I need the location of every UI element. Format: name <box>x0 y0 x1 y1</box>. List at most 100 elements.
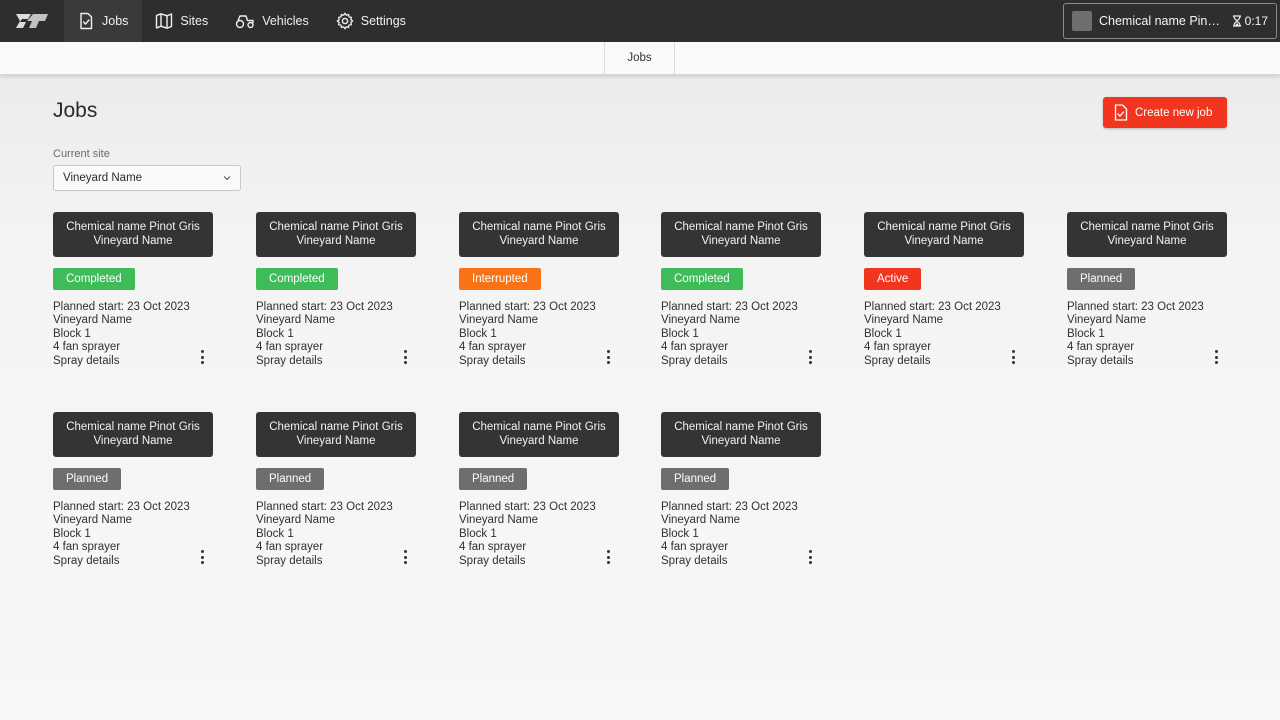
job-block: Block 1 <box>661 527 699 540</box>
job-details: Planned start: 23 Oct 2023 Vineyard Name B… <box>459 301 596 368</box>
job-vehicle: 4 fan sprayer <box>53 341 121 354</box>
job-block: Block 1 <box>459 327 497 340</box>
site-select-value: Vineyard Name <box>63 172 143 184</box>
top-navigation-bar: Jobs Sites Vehicles Settings Chemical na… <box>0 0 1280 42</box>
job-planned-start: Planned start: 23 Oct 2023 <box>661 501 798 513</box>
job-card[interactable]: Chemical name Pinot Gris Vineyard Name Ac… <box>864 212 1034 382</box>
nav-item-vehicles[interactable]: Vehicles <box>222 0 323 42</box>
job-site: Vineyard Name <box>459 314 539 327</box>
job-planned-start: Planned start: 23 Oct 2023 <box>459 501 596 513</box>
job-planned-start: Planned start: 23 Oct 2023 <box>459 301 596 313</box>
job-vehicle: 4 fan sprayer <box>661 341 729 354</box>
job-vehicle: 4 fan sprayer <box>256 341 324 354</box>
job-planned-start: Planned start: 23 Oct 2023 <box>53 301 190 313</box>
more-options-icon[interactable] <box>197 348 207 366</box>
job-vehicle: 4 fan sprayer <box>256 541 324 554</box>
job-spray-details: Spray details <box>661 354 728 367</box>
nav-item-sites[interactable]: Sites <box>142 0 222 42</box>
job-title: Chemical name Pinot Gris Vineyard Name <box>864 212 1024 257</box>
job-card[interactable]: Chemical name Pinot Gris Vineyard Name Pl… <box>256 412 426 582</box>
app-logo[interactable] <box>0 0 64 42</box>
create-button-label: Create new job <box>1135 106 1213 119</box>
job-site: Vineyard Name <box>1067 314 1147 327</box>
status-badge: Planned <box>256 468 325 490</box>
job-planned-start: Planned start: 23 Oct 2023 <box>256 501 393 513</box>
status-badge: Planned <box>53 468 122 490</box>
tab-jobs[interactable]: Jobs <box>604 42 675 74</box>
job-title: Chemical name Pinot Gris Vineyard Name <box>661 212 821 257</box>
job-details: Planned start: 23 Oct 2023 Vineyard Name B… <box>864 301 1001 368</box>
job-spray-details: Spray details <box>53 354 120 367</box>
job-card[interactable]: Chemical name Pinot Gris Vineyard Name Pl… <box>1067 212 1237 382</box>
more-options-icon[interactable] <box>400 548 410 566</box>
status-badge: Completed <box>256 268 338 290</box>
nav-item-jobs[interactable]: Jobs <box>64 0 143 42</box>
job-card[interactable]: Chemical name Pinot Gris Vineyard Name Co… <box>256 212 426 382</box>
job-title: Chemical name Pinot Gris Vineyard Name <box>256 212 416 257</box>
job-details: Planned start: 23 Oct 2023 Vineyard Name B… <box>661 301 798 368</box>
job-card[interactable]: Chemical name Pinot Gris Vineyard Name Co… <box>53 212 223 382</box>
hourglass-icon <box>1232 15 1241 27</box>
job-details: Planned start: 23 Oct 2023 Vineyard Name B… <box>661 501 798 568</box>
job-spray-details: Spray details <box>459 554 526 567</box>
job-planned-start: Planned start: 23 Oct 2023 <box>661 301 798 313</box>
current-site-select[interactable]: Vineyard Name <box>53 165 241 191</box>
job-card[interactable]: Chemical name Pinot Gris Vineyard Name Co… <box>661 212 831 382</box>
status-badge: Planned <box>1067 268 1136 290</box>
job-vehicle: 4 fan sprayer <box>661 541 729 554</box>
job-spray-details: Spray details <box>661 554 728 567</box>
job-details: Planned start: 23 Oct 2023 Vineyard Name B… <box>53 501 190 568</box>
nav-item-label: Settings <box>360 14 406 28</box>
job-block: Block 1 <box>864 327 902 340</box>
job-card[interactable]: Chemical name Pinot Gris Vineyard Name Pl… <box>53 412 223 582</box>
job-spray-details: Spray details <box>1067 354 1134 367</box>
current-site-label: Current site <box>53 148 110 160</box>
job-card[interactable]: Chemical name Pinot Gris Vineyard Name Pl… <box>661 412 831 582</box>
job-block: Block 1 <box>256 327 294 340</box>
job-block: Block 1 <box>53 327 91 340</box>
job-title: Chemical name Pinot Gris Vineyard Name <box>53 412 213 457</box>
job-spray-details: Spray details <box>864 354 931 367</box>
job-title: Chemical name Pinot Gris Vineyard Name <box>459 212 619 257</box>
user-session-box[interactable]: Chemical name Pinot ... 0:17 <box>1063 3 1277 39</box>
more-options-icon[interactable] <box>805 548 815 566</box>
job-title: Chemical name Pinot Gris Vineyard Name <box>459 412 619 457</box>
nav-item-label: Vehicles <box>262 14 309 28</box>
job-vehicle: 4 fan sprayer <box>1067 341 1135 354</box>
more-options-icon[interactable] <box>805 348 815 366</box>
logo-mark-icon <box>16 14 48 28</box>
job-vehicle: 4 fan sprayer <box>459 541 527 554</box>
job-block: Block 1 <box>53 527 91 540</box>
job-site: Vineyard Name <box>864 314 944 327</box>
job-vehicle: 4 fan sprayer <box>459 341 527 354</box>
nav-item-settings[interactable]: Settings <box>323 0 420 42</box>
more-options-icon[interactable] <box>1008 348 1018 366</box>
job-planned-start: Planned start: 23 Oct 2023 <box>53 501 190 513</box>
job-site: Vineyard Name <box>661 514 741 527</box>
job-block: Block 1 <box>661 327 699 340</box>
create-new-job-button[interactable]: Create new job <box>1103 97 1227 128</box>
job-site: Vineyard Name <box>256 514 336 527</box>
job-planned-start: Planned start: 23 Oct 2023 <box>256 301 393 313</box>
more-options-icon[interactable] <box>400 348 410 366</box>
job-card[interactable]: Chemical name Pinot Gris Vineyard Name In… <box>459 212 629 382</box>
more-options-icon[interactable] <box>603 548 613 566</box>
more-options-icon[interactable] <box>1211 348 1221 366</box>
more-options-icon[interactable] <box>603 348 613 366</box>
job-spray-details: Spray details <box>53 554 120 567</box>
job-site: Vineyard Name <box>256 314 336 327</box>
chevron-down-icon <box>223 176 231 181</box>
avatar <box>1072 11 1092 31</box>
status-badge: Interrupted <box>459 268 541 290</box>
more-options-icon[interactable] <box>197 548 207 566</box>
job-planned-start: Planned start: 23 Oct 2023 <box>1067 301 1204 313</box>
map-icon <box>156 13 173 29</box>
job-vehicle: 4 fan sprayer <box>864 341 932 354</box>
timer-value: 0:17 <box>1244 14 1268 28</box>
status-badge: Completed <box>661 268 743 290</box>
jobs-document-check-icon <box>80 12 93 30</box>
job-vehicle: 4 fan sprayer <box>53 541 121 554</box>
job-details: Planned start: 23 Oct 2023 Vineyard Name B… <box>53 301 190 368</box>
job-card[interactable]: Chemical name Pinot Gris Vineyard Name Pl… <box>459 412 629 582</box>
user-name: Chemical name Pinot ... <box>1099 14 1225 28</box>
